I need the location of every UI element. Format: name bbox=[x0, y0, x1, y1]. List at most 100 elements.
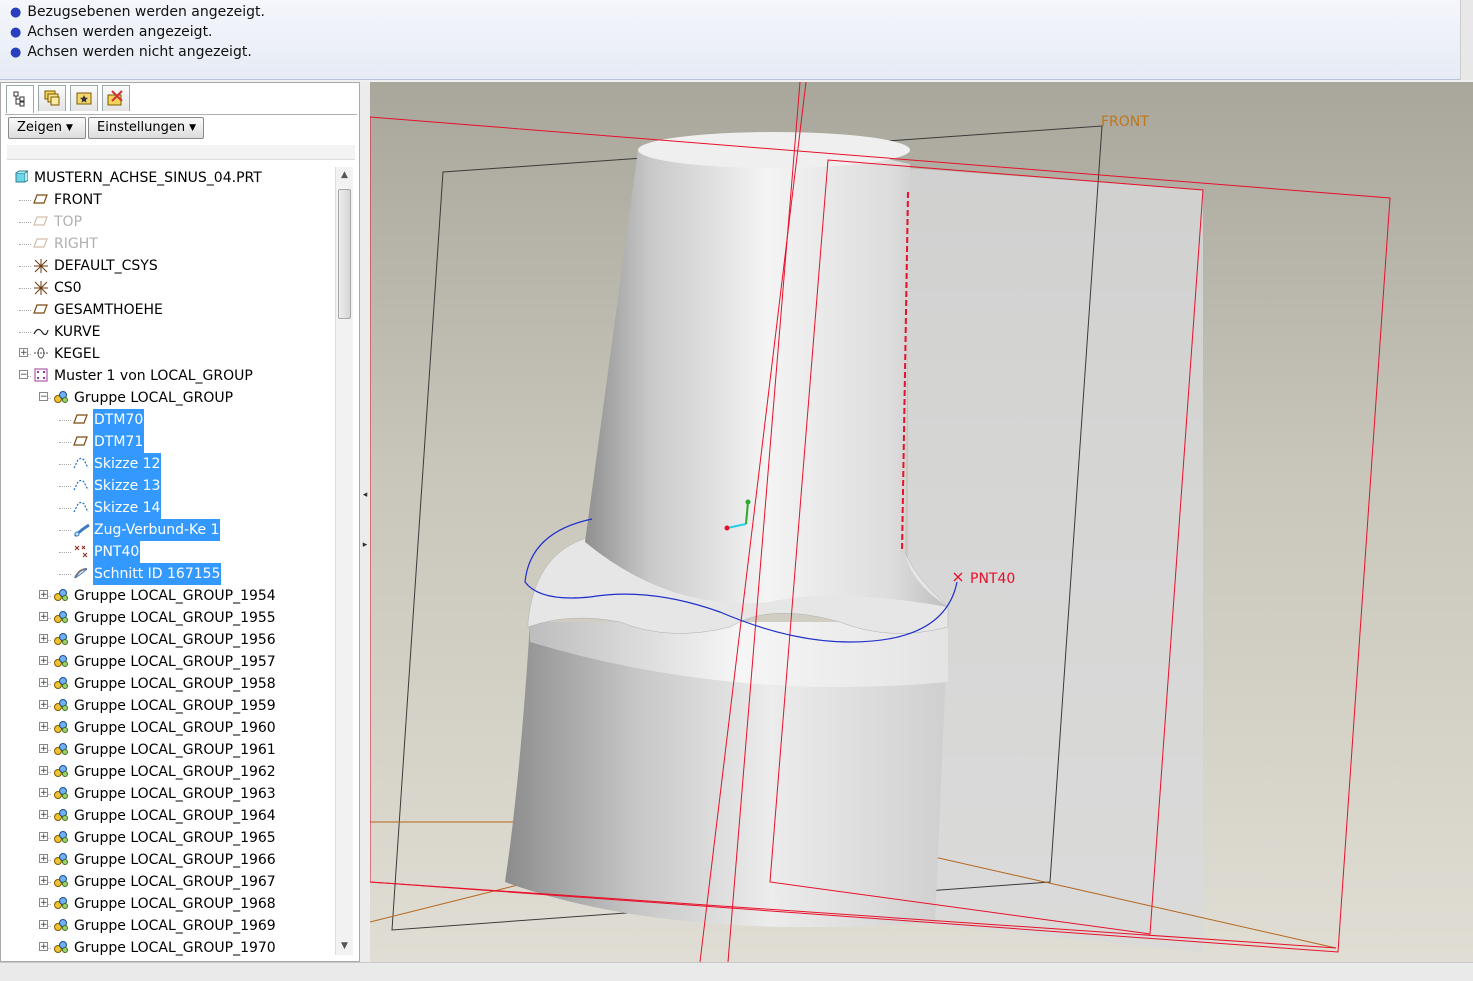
tree-item[interactable]: − Gruppe LOCAL_GROUP bbox=[5, 387, 333, 409]
tree-item-label: Gruppe LOCAL_GROUP_1966 bbox=[74, 852, 276, 868]
tree-item[interactable]: − Muster 1 von LOCAL_GROUP bbox=[5, 365, 333, 387]
tree-filter-bar[interactable] bbox=[7, 145, 355, 160]
message-line: ● Achsen werden nicht angezeigt. bbox=[10, 42, 252, 62]
tab-tools[interactable] bbox=[102, 85, 130, 111]
datum-plane-icon bbox=[33, 192, 49, 208]
tree-item[interactable]: MUSTERN_ACHSE_SINUS_04.PRT bbox=[5, 167, 333, 189]
tree-item[interactable]: + Gruppe LOCAL_GROUP_1960 bbox=[5, 717, 333, 739]
tree-item[interactable]: + Gruppe LOCAL_GROUP_1967 bbox=[5, 871, 333, 893]
tree-item-label: Gruppe LOCAL_GROUP_1956 bbox=[74, 632, 276, 648]
sketch-icon bbox=[73, 456, 89, 472]
collapse-icon[interactable]: − bbox=[39, 392, 48, 402]
tree-item[interactable]: Schnitt ID 167155 bbox=[5, 563, 333, 585]
scroll-down-icon[interactable]: ▼ bbox=[336, 938, 353, 955]
tree-item-label: Zug-Verbund-Ke 1 bbox=[93, 519, 221, 541]
tree-item[interactable]: + Gruppe LOCAL_GROUP_1968 bbox=[5, 893, 333, 915]
expand-icon[interactable]: + bbox=[39, 722, 48, 732]
show-button[interactable]: Zeigen ▼ bbox=[8, 117, 86, 139]
tree-item[interactable]: + Gruppe LOCAL_GROUP_1961 bbox=[5, 739, 333, 761]
tab-favorites[interactable] bbox=[70, 85, 98, 111]
expand-icon[interactable]: + bbox=[39, 700, 48, 710]
scroll-up-icon[interactable]: ▲ bbox=[336, 167, 353, 184]
expand-icon[interactable]: + bbox=[39, 788, 48, 798]
tree-item[interactable]: + Gruppe LOCAL_GROUP_1959 bbox=[5, 695, 333, 717]
expand-icon[interactable]: + bbox=[39, 942, 48, 952]
datum-plane-icon bbox=[73, 412, 89, 428]
tree-item[interactable]: + Gruppe LOCAL_GROUP_1964 bbox=[5, 805, 333, 827]
tree-item[interactable]: + Gruppe LOCAL_GROUP_1956 bbox=[5, 629, 333, 651]
status-bar bbox=[0, 962, 1473, 981]
collapse-left-icon[interactable]: ◂ bbox=[360, 490, 370, 500]
tree-item-label: Skizze 14 bbox=[93, 497, 162, 519]
tree-item[interactable]: + Gruppe LOCAL_GROUP_1963 bbox=[5, 783, 333, 805]
tree-item[interactable]: + Gruppe LOCAL_GROUP_1966 bbox=[5, 849, 333, 871]
expand-icon[interactable]: + bbox=[39, 898, 48, 908]
tree-item[interactable]: + Gruppe LOCAL_GROUP_1970 bbox=[5, 937, 333, 957]
tree-item[interactable]: CS0 bbox=[5, 277, 333, 299]
tab-layers[interactable] bbox=[38, 85, 66, 111]
message-text: Bezugsebenen werden angezeigt. bbox=[27, 4, 265, 20]
tree-item[interactable]: FRONT bbox=[5, 189, 333, 211]
panel-sash[interactable]: ◂ ▸ bbox=[360, 82, 370, 962]
tree-scrollbar[interactable]: ▲ ▼ bbox=[335, 167, 353, 955]
curve-icon bbox=[33, 324, 49, 340]
tree-item[interactable]: + Gruppe LOCAL_GROUP_1962 bbox=[5, 761, 333, 783]
tree-item[interactable]: Skizze 13 bbox=[5, 475, 333, 497]
tree-item[interactable]: + KEGEL bbox=[5, 343, 333, 365]
graphics-viewport[interactable]: FRONT PNT40 bbox=[370, 82, 1473, 962]
expand-icon[interactable]: + bbox=[39, 854, 48, 864]
expand-icon[interactable]: + bbox=[39, 920, 48, 930]
tree-item-label: Gruppe LOCAL_GROUP_1959 bbox=[74, 698, 276, 714]
revolve-icon bbox=[33, 346, 49, 362]
tree-item[interactable]: GESAMTHOEHE bbox=[5, 299, 333, 321]
tree-item[interactable]: RIGHT bbox=[5, 233, 333, 255]
expand-icon[interactable]: + bbox=[39, 612, 48, 622]
tree-item[interactable]: + Gruppe LOCAL_GROUP_1958 bbox=[5, 673, 333, 695]
datum-plane-icon bbox=[33, 214, 49, 230]
tree-item[interactable]: PNT40 bbox=[5, 541, 333, 563]
group-icon bbox=[53, 390, 69, 406]
tree-item[interactable]: Zug-Verbund-Ke 1 bbox=[5, 519, 333, 541]
settings-button[interactable]: Einstellungen ▼ bbox=[88, 117, 204, 139]
group-icon bbox=[53, 720, 69, 736]
tree-item[interactable]: DEFAULT_CSYS bbox=[5, 255, 333, 277]
expand-icon[interactable]: + bbox=[39, 678, 48, 688]
dropdown-arrow-icon: ▼ bbox=[66, 123, 73, 133]
tree-connector bbox=[59, 574, 71, 575]
expand-icon[interactable]: + bbox=[39, 766, 48, 776]
tree-item[interactable]: + Gruppe LOCAL_GROUP_1957 bbox=[5, 651, 333, 673]
tree-item[interactable]: + Gruppe LOCAL_GROUP_1969 bbox=[5, 915, 333, 937]
tree-item[interactable]: KURVE bbox=[5, 321, 333, 343]
tree-item-label: Gruppe LOCAL_GROUP_1954 bbox=[74, 588, 276, 604]
expand-right-icon[interactable]: ▸ bbox=[360, 540, 370, 550]
tree-item[interactable]: DTM71 bbox=[5, 431, 333, 453]
cut-icon bbox=[73, 566, 89, 582]
expand-icon[interactable]: + bbox=[39, 876, 48, 886]
scroll-thumb[interactable] bbox=[338, 189, 351, 319]
csys-origin bbox=[724, 525, 730, 531]
expand-icon[interactable]: + bbox=[39, 656, 48, 666]
tree-item-label: Gruppe LOCAL_GROUP_1970 bbox=[74, 940, 276, 956]
csys-y-marker bbox=[745, 499, 751, 505]
expand-icon[interactable]: + bbox=[39, 634, 48, 644]
tree-item[interactable]: DTM70 bbox=[5, 409, 333, 431]
tree-item[interactable]: TOP bbox=[5, 211, 333, 233]
expand-icon[interactable]: + bbox=[19, 348, 28, 358]
tree-item[interactable]: Skizze 12 bbox=[5, 453, 333, 475]
tree-item-label: Gruppe LOCAL_GROUP_1960 bbox=[74, 720, 276, 736]
group-icon bbox=[53, 676, 69, 692]
tree-item[interactable]: + Gruppe LOCAL_GROUP_1955 bbox=[5, 607, 333, 629]
tree-connector bbox=[59, 552, 71, 553]
message-scrollbar[interactable] bbox=[1460, 0, 1473, 80]
tree-item[interactable]: + Gruppe LOCAL_GROUP_1965 bbox=[5, 827, 333, 849]
tree-item[interactable]: Skizze 14 bbox=[5, 497, 333, 519]
expand-icon[interactable]: + bbox=[39, 810, 48, 820]
tab-model-tree[interactable] bbox=[6, 85, 34, 113]
favorites-icon bbox=[76, 92, 92, 105]
expand-icon[interactable]: + bbox=[39, 590, 48, 600]
tree-item[interactable]: + Gruppe LOCAL_GROUP_1954 bbox=[5, 585, 333, 607]
expand-icon[interactable]: + bbox=[39, 832, 48, 842]
datum-plane-icon bbox=[73, 434, 89, 450]
collapse-icon[interactable]: − bbox=[19, 370, 28, 380]
expand-icon[interactable]: + bbox=[39, 744, 48, 754]
